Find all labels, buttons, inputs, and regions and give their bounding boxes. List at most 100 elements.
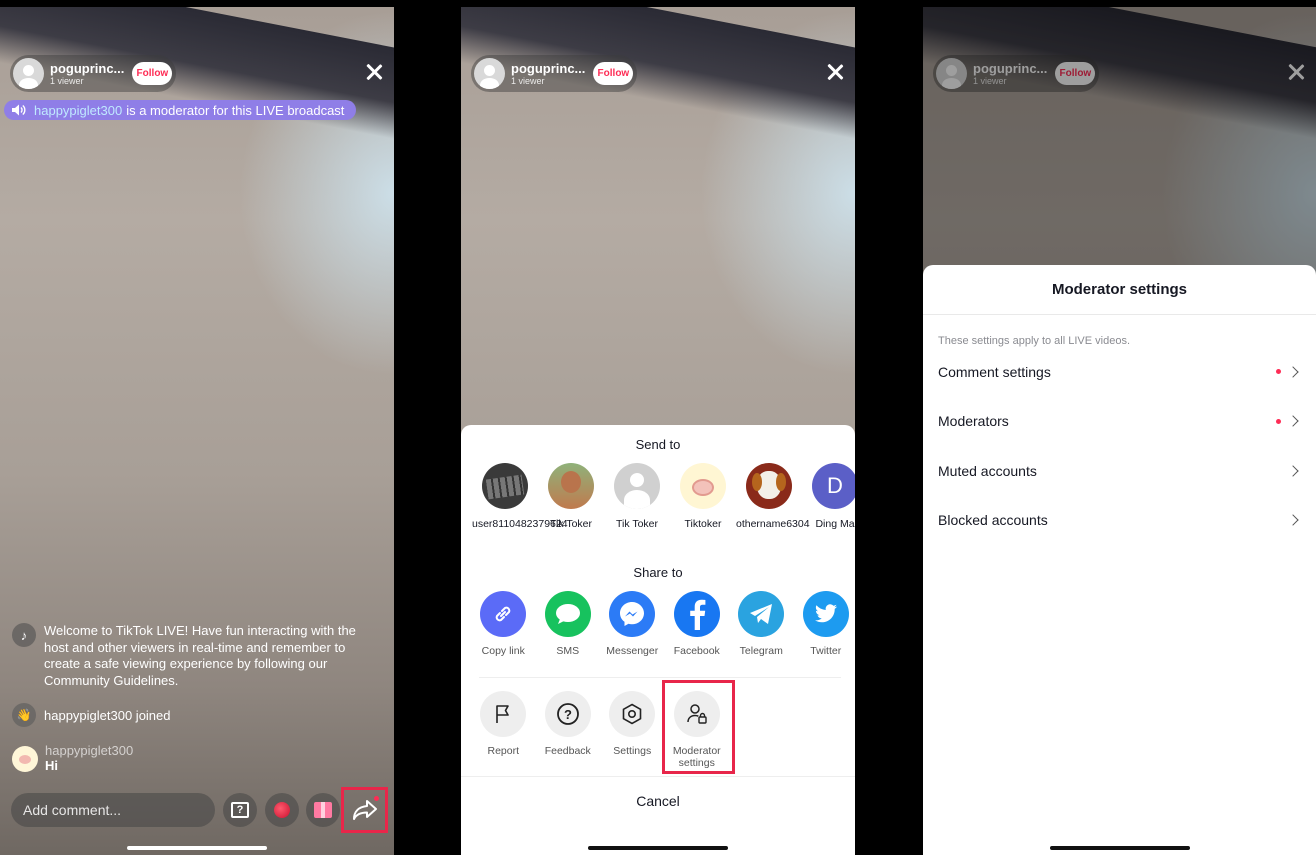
share-twitter[interactable]: Twitter [794, 591, 856, 657]
rose-icon [274, 802, 290, 818]
tool-label: Feedback [544, 745, 591, 757]
host-name: poguprinc... [50, 60, 125, 76]
host-name: poguprinc... [511, 60, 586, 76]
share-label: Copy link [481, 645, 525, 657]
joined-text: happypiglet300 joined [44, 707, 171, 723]
moderator-banner-text: is a moderator for this LIVE broadcast [126, 102, 345, 118]
moderator-name: happypiglet300 [34, 102, 123, 118]
avatar [548, 463, 594, 509]
moderator-banner: happypiglet300 is a moderator for this L… [4, 100, 357, 120]
host-info-pill[interactable]: poguprinc... 1 viewer Follow [10, 55, 176, 92]
contact-label: othername6304 [736, 518, 810, 530]
home-indicator[interactable] [588, 846, 728, 850]
close-icon[interactable] [364, 62, 384, 82]
share-sheet-panel: poguprinc... 1 viewer Follow Send to use… [461, 7, 855, 855]
share-to-title: Share to [633, 565, 683, 580]
cancel-button[interactable]: Cancel [461, 776, 855, 824]
gift-button[interactable] [306, 793, 340, 827]
contact-item[interactable]: user8110482379624 [472, 463, 568, 531]
follow-button[interactable]: Follow [132, 62, 173, 85]
joined-notice: 👋 happypiglet300 joined [12, 703, 382, 727]
avatar [746, 463, 792, 509]
telegram-icon [738, 591, 785, 637]
report-button[interactable]: Report [471, 691, 536, 769]
avatar [614, 463, 660, 509]
speaker-icon [12, 104, 26, 116]
avatar[interactable] [12, 746, 38, 772]
viewer-count: 1 viewer [50, 75, 84, 86]
row-label: Muted accounts [938, 462, 1037, 479]
share-label: Twitter [810, 645, 842, 657]
page-title: Moderator settings [923, 265, 1316, 315]
share-button-highlight[interactable] [341, 787, 388, 833]
send-to-title: Send to [635, 437, 681, 452]
live-view-panel: poguprinc... 1 viewer Follow happypiglet… [0, 7, 394, 855]
question-button[interactable]: ? [223, 793, 257, 827]
live-video-background [0, 7, 394, 855]
tool-label: Settings [613, 745, 652, 757]
settings-note: These settings apply to all LIVE videos. [938, 335, 1130, 347]
share-sms[interactable]: SMS [536, 591, 601, 657]
svg-text:?: ? [564, 707, 572, 722]
question-icon: ? [544, 691, 591, 737]
chevron-right-icon [1287, 366, 1299, 378]
tool-label: Report [487, 745, 519, 757]
share-copy-link[interactable]: Copy link [471, 591, 536, 657]
comment-input[interactable]: Add comment... [11, 793, 215, 827]
question-box-icon: ? [231, 802, 249, 818]
share-target-list: Copy link SMS Messenger Facebook Telegra… [461, 591, 855, 657]
settings-button[interactable]: Settings [600, 691, 665, 769]
chat-message: happypiglet300 Hi [12, 743, 382, 773]
follow-button[interactable]: Follow [593, 62, 634, 85]
tiktok-logo-icon: ♪ [12, 623, 36, 647]
link-icon [480, 591, 527, 637]
notification-dot [1276, 369, 1281, 375]
facebook-icon [673, 591, 720, 637]
contact-item[interactable]: Tik Toker [538, 463, 604, 531]
flag-icon [480, 691, 527, 737]
avatar: D [812, 463, 855, 509]
chat-text: Hi [45, 758, 58, 773]
muted-accounts-row[interactable]: Muted accounts [923, 446, 1316, 496]
notification-dot [1276, 418, 1281, 424]
share-label: Messenger [606, 645, 659, 657]
share-label: Facebook [673, 645, 720, 657]
host-avatar[interactable] [13, 58, 44, 89]
contact-item[interactable]: othername6304 [736, 463, 810, 531]
welcome-text: Welcome to TikTok LIVE! Have fun interac… [44, 623, 356, 688]
home-indicator[interactable] [1049, 846, 1190, 850]
comment-settings-row[interactable]: Comment settings [923, 347, 1316, 397]
host-text: poguprinc... 1 viewer [50, 62, 124, 86]
rose-gift-button[interactable] [265, 793, 299, 827]
share-facebook[interactable]: Facebook [665, 591, 730, 657]
twitter-icon [802, 591, 849, 637]
welcome-message: ♪ Welcome to TikTok LIVE! Have fun inter… [12, 623, 382, 689]
blocked-accounts-row[interactable]: Blocked accounts [923, 496, 1316, 546]
close-icon[interactable] [825, 62, 845, 82]
contact-label: user8110482379624 [472, 518, 568, 530]
moderators-row[interactable]: Moderators [923, 397, 1316, 447]
contact-label: Tiktoker [684, 518, 722, 530]
contact-item[interactable]: Tik Toker [604, 463, 670, 531]
chevron-right-icon [1287, 465, 1299, 477]
share-label: SMS [556, 645, 580, 657]
moderator-settings-panel: poguprinc... 1 viewer Follow Moderator s… [923, 7, 1316, 855]
row-label: Blocked accounts [938, 512, 1048, 529]
contact-label: Tik Toker [549, 518, 592, 530]
viewer-count: 1 viewer [511, 75, 545, 86]
contact-item[interactable]: D Ding Ma [802, 463, 855, 531]
contact-item[interactable]: Tiktoker [670, 463, 736, 531]
tool-list: Report ? Feedback Settings Moderator set… [461, 691, 855, 769]
share-telegram[interactable]: Telegram [729, 591, 794, 657]
home-indicator[interactable] [127, 846, 267, 850]
hexagon-settings-icon [609, 691, 656, 737]
row-label: Moderators [938, 413, 1009, 430]
host-info-pill[interactable]: poguprinc... 1 viewer Follow [471, 55, 637, 92]
share-sheet: Send to user8110482379624 Tik Toker Tik … [461, 425, 855, 855]
contact-list[interactable]: user8110482379624 Tik Toker Tik Toker Ti… [461, 463, 855, 531]
share-messenger[interactable]: Messenger [600, 591, 665, 657]
feedback-button[interactable]: ? Feedback [536, 691, 601, 769]
wave-icon: 👋 [12, 703, 36, 727]
host-avatar[interactable] [474, 58, 505, 89]
chat-username[interactable]: happypiglet300 [45, 743, 133, 758]
